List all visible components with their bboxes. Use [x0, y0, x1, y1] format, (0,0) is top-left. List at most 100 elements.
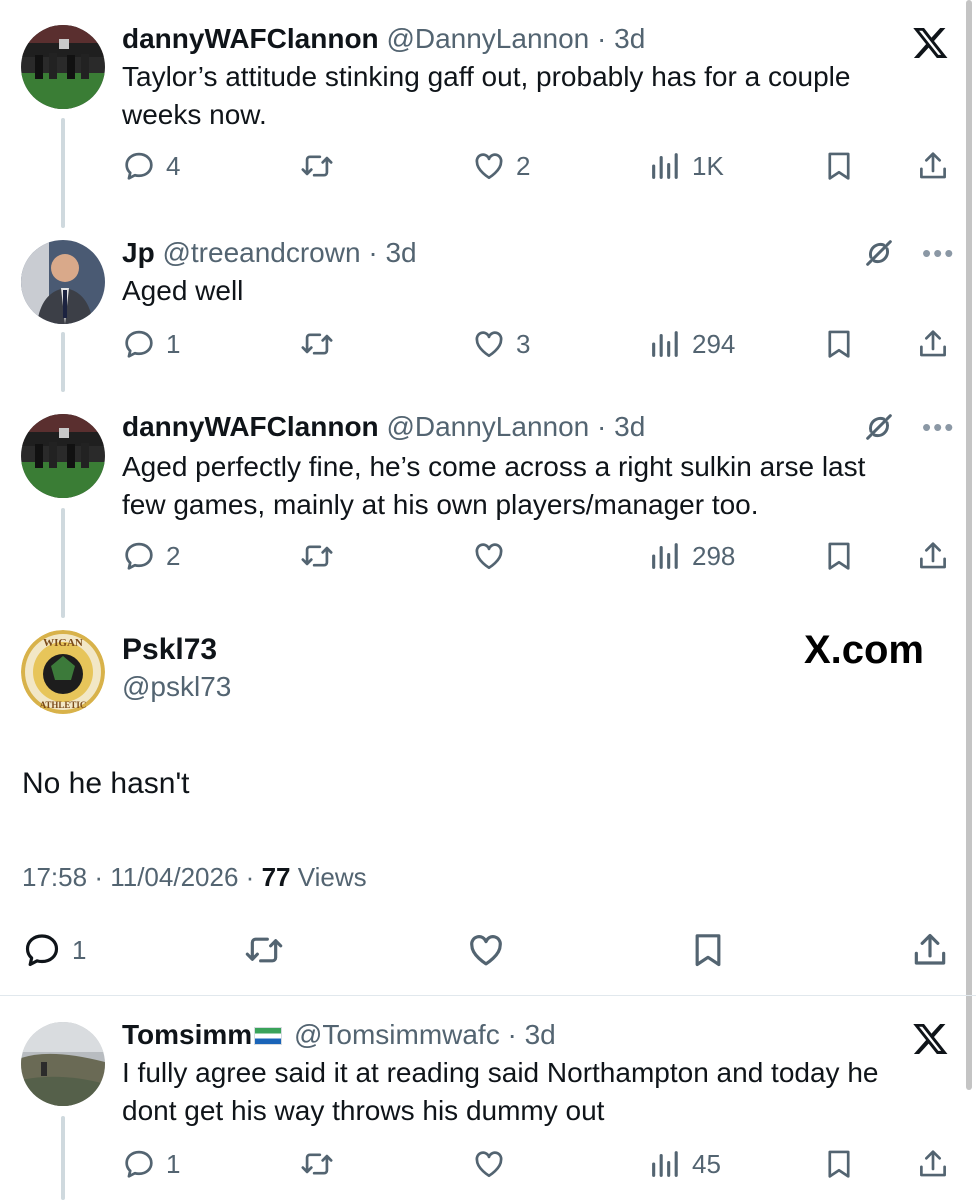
tweet-3[interactable]: dannyWAFClannon @DannyLannon · 3d ••• Ag… — [0, 408, 976, 618]
views-icon — [648, 149, 682, 183]
tweet-header: Jp @treeandcrown · 3d — [122, 236, 417, 270]
post-date[interactable]: 11/04/2026 — [110, 862, 238, 892]
avatar[interactable]: WIGAN ATHLETIC — [21, 630, 105, 714]
repost-button[interactable] — [300, 324, 334, 364]
action-bar: 2 298 — [0, 536, 976, 576]
reply-button[interactable]: 1 — [122, 324, 180, 364]
tweet-text-line: few games, mainly at his own players/man… — [122, 489, 759, 520]
tweet-menu: ••• — [862, 410, 955, 444]
like-button[interactable] — [472, 1144, 506, 1184]
tweet-text-line: Taylor’s attitude stinking gaff out, pro… — [122, 61, 851, 92]
separator: · — [368, 237, 378, 268]
post-time[interactable]: 17:58 — [22, 862, 87, 892]
more-icon[interactable]: ••• — [922, 238, 955, 269]
tweet-text: Aged well — [122, 272, 243, 310]
display-name[interactable]: dannyWAFClannon — [122, 411, 379, 442]
tweet-text: Taylor’s attitude stinking gaff out, pro… — [122, 58, 850, 134]
tweet-text-line: Aged well — [122, 275, 244, 306]
reply-button[interactable]: 4 — [122, 146, 180, 186]
tweet-1[interactable]: dannyWAFClannon @DannyLannon · 3d Taylor… — [0, 20, 976, 228]
like-button[interactable] — [466, 930, 506, 970]
separator: · — [245, 862, 255, 892]
separator: · — [507, 1019, 517, 1050]
repost-button[interactable] — [300, 146, 334, 186]
share-button[interactable] — [916, 1144, 950, 1184]
tweet-text-line: Aged perfectly fine, he’s come across a … — [122, 451, 866, 482]
handle[interactable]: @treeandcrown — [162, 237, 360, 268]
reply-tweet[interactable]: Tomsimm @Tomsimmwafc · 3d I fully agree … — [0, 1016, 976, 1200]
avatar[interactable] — [21, 240, 105, 324]
bookmark-button[interactable] — [822, 146, 856, 186]
tweet-header: Tomsimm @Tomsimmwafc · 3d — [122, 1018, 556, 1052]
share-icon — [916, 149, 950, 183]
handle[interactable]: @pskl73 — [122, 671, 231, 703]
divider — [0, 995, 976, 996]
share-icon — [916, 539, 950, 573]
views-button[interactable]: 1K — [648, 146, 724, 186]
timestamp[interactable]: 3d — [385, 237, 416, 268]
display-name[interactable]: Pskl73 — [122, 633, 217, 667]
share-button[interactable] — [916, 324, 950, 364]
like-button[interactable]: 3 — [472, 324, 530, 364]
repost-button[interactable] — [300, 1144, 334, 1184]
repost-icon — [300, 327, 334, 361]
reply-icon — [22, 930, 62, 970]
timestamp[interactable]: 3d — [525, 1019, 556, 1050]
reply-icon — [122, 149, 156, 183]
tweet-text: Aged perfectly fine, he’s come across a … — [122, 448, 865, 524]
tweet-menu: ••• — [862, 236, 955, 270]
like-icon — [472, 149, 506, 183]
grok-icon[interactable] — [862, 236, 896, 270]
repost-icon — [244, 930, 284, 970]
handle[interactable]: @Tomsimmwafc — [294, 1019, 500, 1050]
timestamp[interactable]: 3d — [614, 23, 645, 54]
views-button[interactable]: 298 — [648, 536, 735, 576]
action-bar: 4 2 1K — [0, 146, 976, 186]
avatar[interactable] — [21, 1022, 105, 1106]
separator: · — [597, 23, 607, 54]
display-name[interactable]: Tomsimm — [122, 1019, 252, 1050]
views-button[interactable]: 294 — [648, 324, 735, 364]
bookmark-button[interactable] — [822, 536, 856, 576]
share-icon — [910, 930, 950, 970]
display-name[interactable]: dannyWAFClannon — [122, 23, 379, 54]
reply-button[interactable]: 2 — [122, 536, 180, 576]
reply-icon — [122, 539, 156, 573]
bookmark-button[interactable] — [822, 324, 856, 364]
share-button[interactable] — [916, 146, 950, 186]
bookmark-icon — [688, 930, 728, 970]
bookmark-button[interactable] — [822, 1144, 856, 1184]
handle[interactable]: @DannyLannon — [386, 411, 589, 442]
reply-count: 1 — [166, 328, 181, 359]
like-count: 3 — [516, 328, 531, 359]
avatar[interactable] — [21, 414, 105, 498]
reply-icon — [122, 327, 156, 361]
handle[interactable]: @DannyLannon — [386, 23, 589, 54]
bookmark-button[interactable] — [688, 930, 728, 970]
repost-icon — [300, 539, 334, 573]
tweet-text-line: weeks now. — [122, 99, 267, 130]
main-action-bar: 1 — [0, 930, 976, 970]
grok-icon[interactable] — [862, 410, 896, 444]
reply-button[interactable]: 1 — [22, 930, 86, 970]
like-button[interactable] — [472, 536, 506, 576]
tweet-text-line: dont get his way throws his dummy out — [122, 1095, 605, 1126]
x-logo-icon — [912, 1020, 950, 1058]
repost-icon — [300, 149, 334, 183]
bookmark-icon — [822, 1147, 856, 1181]
share-button[interactable] — [910, 930, 950, 970]
reply-count: 2 — [166, 540, 181, 571]
view-count: 294 — [692, 328, 736, 359]
view-count: 1K — [692, 150, 724, 181]
repost-button[interactable] — [300, 536, 334, 576]
views-button[interactable]: 45 — [648, 1144, 721, 1184]
more-icon[interactable]: ••• — [922, 412, 955, 443]
avatar[interactable] — [21, 25, 105, 109]
display-name[interactable]: Jp — [122, 237, 155, 268]
tweet-2[interactable]: Jp @treeandcrown · 3d ••• Aged well 1 3 … — [0, 232, 976, 402]
timestamp[interactable]: 3d — [614, 411, 645, 442]
share-button[interactable] — [916, 536, 950, 576]
repost-button[interactable] — [244, 930, 284, 970]
like-button[interactable]: 2 — [472, 146, 530, 186]
reply-button[interactable]: 1 — [122, 1144, 180, 1184]
